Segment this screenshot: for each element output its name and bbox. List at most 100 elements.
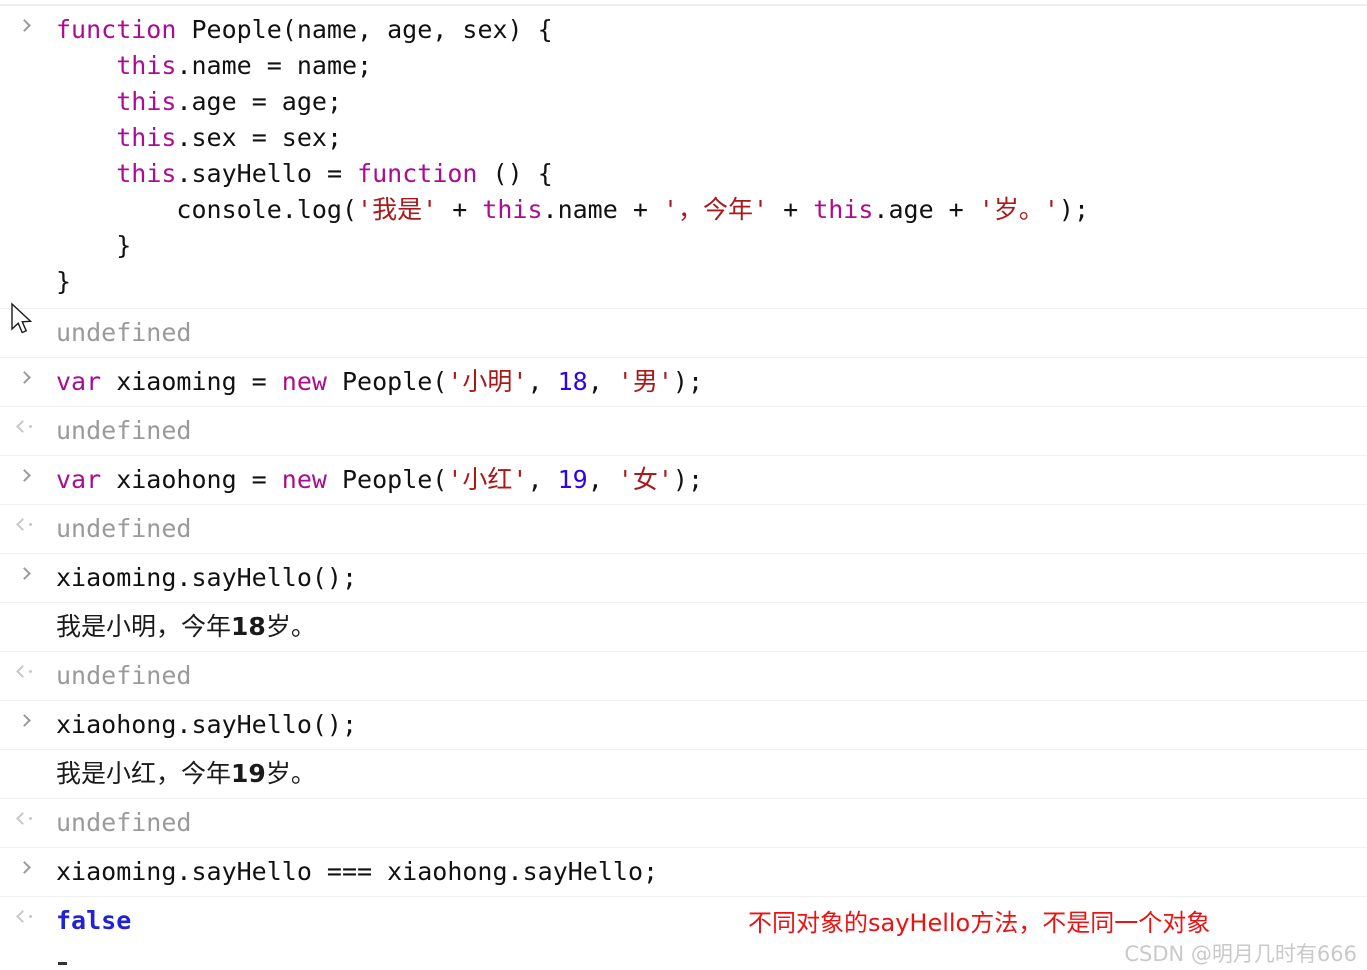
code-token-plain: console.log( bbox=[56, 195, 358, 224]
code-token-str: '小明' bbox=[447, 367, 528, 396]
code-line: function People(name, age, sex) { bbox=[56, 12, 1359, 48]
console-result-row[interactable]: undefined bbox=[0, 651, 1367, 700]
code-token-plain: xiaoming.sayHello(); bbox=[56, 563, 358, 592]
console-log-row[interactable]: 我是小红，今年19岁。 bbox=[0, 749, 1367, 798]
code-token-bool: false bbox=[56, 906, 132, 935]
chevron-right-icon bbox=[18, 862, 32, 876]
code-token-undef: undefined bbox=[56, 416, 192, 445]
code-token-kw: var bbox=[56, 465, 102, 494]
chevron-left-dot-icon bbox=[16, 665, 36, 679]
code-line: this.sex = sex; bbox=[56, 120, 1359, 156]
console-row-gutter bbox=[0, 554, 56, 602]
chevron-left-dot-icon bbox=[16, 812, 36, 826]
chevron-right-icon bbox=[18, 20, 32, 34]
code-line: undefined bbox=[56, 799, 1359, 847]
code-token-undef: undefined bbox=[56, 318, 192, 347]
devtools-console-log[interactable]: function People(name, age, sex) { this.n… bbox=[0, 5, 1367, 945]
code-token-plain: + bbox=[768, 195, 814, 224]
console-result-value: undefined bbox=[56, 407, 1367, 455]
console-input-row[interactable]: var xiaohong = new People('小红', 19, '女')… bbox=[0, 455, 1367, 504]
log-message: 我是小明，今年18岁。 bbox=[56, 612, 316, 641]
chevron-left-dot-icon bbox=[16, 910, 36, 924]
console-input-code: function People(name, age, sex) { this.n… bbox=[56, 6, 1367, 308]
console-result-row[interactable]: undefined bbox=[0, 308, 1367, 357]
code-token-plain: xiaohong.sayHello(); bbox=[56, 710, 358, 739]
console-input-row[interactable]: function People(name, age, sex) { this.n… bbox=[0, 5, 1367, 308]
code-token-plain: } bbox=[56, 231, 132, 260]
chevron-right-icon bbox=[18, 568, 32, 582]
code-token-str: '男' bbox=[617, 367, 673, 396]
code-token-plain: + bbox=[437, 195, 483, 224]
code-token-plain: ); bbox=[1058, 195, 1089, 224]
code-line: var xiaoming = new People('小明', 18, '男')… bbox=[56, 358, 1359, 406]
code-line: xiaohong.sayHello(); bbox=[56, 701, 1359, 749]
console-result-value: undefined bbox=[56, 652, 1367, 700]
code-token-str: '女' bbox=[617, 465, 673, 494]
code-token-plain: xiaohong = bbox=[101, 465, 282, 494]
console-log-row[interactable]: 我是小明，今年18岁。 bbox=[0, 602, 1367, 651]
code-token-plain: , bbox=[527, 367, 558, 396]
code-line: this.age = age; bbox=[56, 84, 1359, 120]
chevron-right-icon bbox=[18, 715, 32, 729]
console-row-gutter bbox=[0, 358, 56, 406]
code-token-num: 19 bbox=[557, 465, 588, 494]
code-token-kw: this bbox=[116, 51, 177, 80]
code-token-kw: function bbox=[357, 159, 478, 188]
code-token-str: '小红' bbox=[447, 465, 528, 494]
code-token-plain: People( bbox=[326, 367, 448, 396]
console-input-row[interactable]: xiaohong.sayHello(); bbox=[0, 700, 1367, 749]
code-token-plain: , bbox=[527, 465, 558, 494]
code-token-plain: .name = name; bbox=[176, 51, 373, 80]
code-line: undefined bbox=[56, 652, 1359, 700]
code-token-kw: this bbox=[116, 159, 177, 188]
console-row-gutter bbox=[0, 603, 56, 651]
console-result-value: undefined bbox=[56, 309, 1367, 357]
console-input-code: xiaoming.sayHello === xiaohong.sayHello; bbox=[56, 848, 1367, 896]
console-row-gutter bbox=[0, 799, 56, 847]
console-input-row[interactable]: xiaoming.sayHello(); bbox=[0, 553, 1367, 602]
code-token-plain: , bbox=[587, 465, 618, 494]
code-line: console.log('我是' + this.name + '，今年' + t… bbox=[56, 192, 1359, 228]
console-input-row[interactable]: xiaoming.sayHello === xiaohong.sayHello; bbox=[0, 847, 1367, 896]
code-token-plain: ); bbox=[672, 367, 704, 396]
chevron-right-icon bbox=[18, 372, 32, 386]
red-annotation-note: 不同对象的sayHello方法，不是同一个对象 bbox=[748, 909, 1211, 937]
console-row-gutter bbox=[0, 897, 56, 945]
code-token-plain: } bbox=[56, 267, 72, 296]
chevron-left-dot-icon bbox=[16, 518, 36, 532]
code-token-undef: undefined bbox=[56, 661, 192, 690]
code-token-plain: ); bbox=[672, 465, 704, 494]
chevron-right-icon bbox=[18, 470, 32, 484]
console-result-row[interactable]: undefined bbox=[0, 798, 1367, 847]
code-line: xiaoming.sayHello(); bbox=[56, 554, 1359, 602]
code-token-plain: xiaoming.sayHello === xiaohong.sayHello; bbox=[56, 857, 659, 886]
console-input-code: var xiaohong = new People('小红', 19, '女')… bbox=[56, 456, 1367, 504]
code-token-kw: var bbox=[56, 367, 102, 396]
code-token-plain: People( bbox=[326, 465, 448, 494]
code-token-plain: .sayHello = bbox=[176, 159, 358, 188]
console-result-row[interactable]: undefined bbox=[0, 406, 1367, 455]
console-row-gutter bbox=[0, 309, 56, 357]
code-token-kw: this bbox=[116, 87, 177, 116]
code-token-kw: this bbox=[116, 123, 177, 152]
code-token-kw: new bbox=[281, 367, 327, 396]
console-row-gutter bbox=[0, 407, 56, 455]
console-row-gutter bbox=[0, 652, 56, 700]
console-row-gutter bbox=[0, 848, 56, 896]
code-line: } bbox=[56, 264, 1359, 300]
console-result-row[interactable]: undefined bbox=[0, 504, 1367, 553]
code-token-undef: undefined bbox=[56, 808, 192, 837]
code-token-kw: function bbox=[56, 15, 192, 44]
code-token-plain: , bbox=[587, 367, 618, 396]
code-line: } bbox=[56, 228, 1359, 264]
code-token-kw: this bbox=[813, 195, 874, 224]
console-log-text: 我是小明，今年18岁。 bbox=[56, 603, 1367, 651]
code-token-undef: undefined bbox=[56, 514, 192, 543]
code-token-plain: .sex = sex; bbox=[176, 123, 343, 152]
console-input-code: xiaoming.sayHello(); bbox=[56, 554, 1367, 602]
code-line: this.name = name; bbox=[56, 48, 1359, 84]
log-message: 我是小红，今年19岁。 bbox=[56, 759, 316, 788]
console-input-row[interactable]: var xiaoming = new People('小明', 18, '男')… bbox=[0, 357, 1367, 406]
